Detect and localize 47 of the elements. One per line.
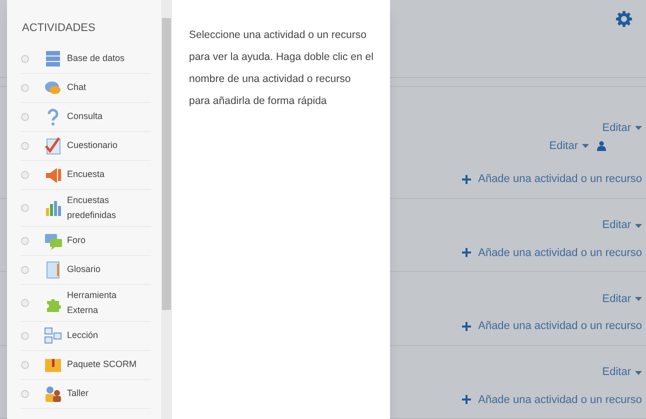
radio-button[interactable] xyxy=(21,170,29,178)
activity-option[interactable]: Taller xyxy=(21,380,152,408)
plus-icon xyxy=(462,248,472,258)
radio-button[interactable] xyxy=(21,84,29,92)
activity-option[interactable]: Herramienta Externa xyxy=(21,284,152,322)
radio-button[interactable] xyxy=(21,54,29,62)
checklist-icon xyxy=(44,136,62,154)
activity-option[interactable]: Cuestionario xyxy=(21,132,152,160)
activity-option[interactable]: Paquete SCORM xyxy=(21,350,152,380)
radio-button[interactable] xyxy=(21,204,29,212)
plus-icon xyxy=(462,174,472,184)
forum-bubbles-icon xyxy=(44,232,62,250)
caret-icon xyxy=(635,126,642,130)
caret-icon xyxy=(635,224,642,228)
database-icon xyxy=(44,50,62,68)
page-flow-icon xyxy=(44,326,62,344)
activity-option[interactable]: Encuestas predefinidas xyxy=(21,190,152,226)
activity-option[interactable]: Glosario xyxy=(21,256,152,284)
activity-option[interactable]: Base de datos xyxy=(21,44,152,74)
bar-chart-icon xyxy=(44,198,62,216)
radio-button[interactable] xyxy=(21,266,29,274)
caret-icon xyxy=(582,144,589,148)
radio-button[interactable] xyxy=(21,332,29,340)
plus-icon xyxy=(462,322,472,331)
radio-button[interactable] xyxy=(21,236,29,244)
caret-icon xyxy=(635,370,642,374)
megaphone-icon xyxy=(44,166,62,184)
activity-option[interactable]: Encuesta xyxy=(21,160,152,190)
radio-button[interactable] xyxy=(21,390,29,398)
plus-icon xyxy=(462,395,472,404)
help-text: Seleccione una actividad o un recurso para ver la ayuda. Haga doble clic en el nombre de una actividad o recurso para añadirla de forma rápida xyxy=(189,28,374,109)
activity-option[interactable]: Chat xyxy=(21,74,152,102)
scrollbar[interactable] xyxy=(161,0,172,419)
glossary-book-icon xyxy=(44,260,62,278)
activity-option[interactable]: Foro xyxy=(21,226,152,256)
radio-button[interactable] xyxy=(21,112,29,120)
settings-icon[interactable] xyxy=(616,11,632,27)
dialog-title: ACTIVIDADES xyxy=(21,21,96,36)
user-icon xyxy=(597,141,606,151)
activity-option[interactable]: Lección xyxy=(21,322,152,350)
radio-button[interactable] xyxy=(21,360,29,368)
activity-option[interactable]: Consulta xyxy=(21,102,152,132)
radio-button[interactable] xyxy=(21,142,29,150)
caret-icon xyxy=(635,297,642,301)
people-icon xyxy=(44,384,62,402)
radio-button[interactable] xyxy=(21,298,29,306)
chat-bubbles-icon xyxy=(44,78,62,96)
